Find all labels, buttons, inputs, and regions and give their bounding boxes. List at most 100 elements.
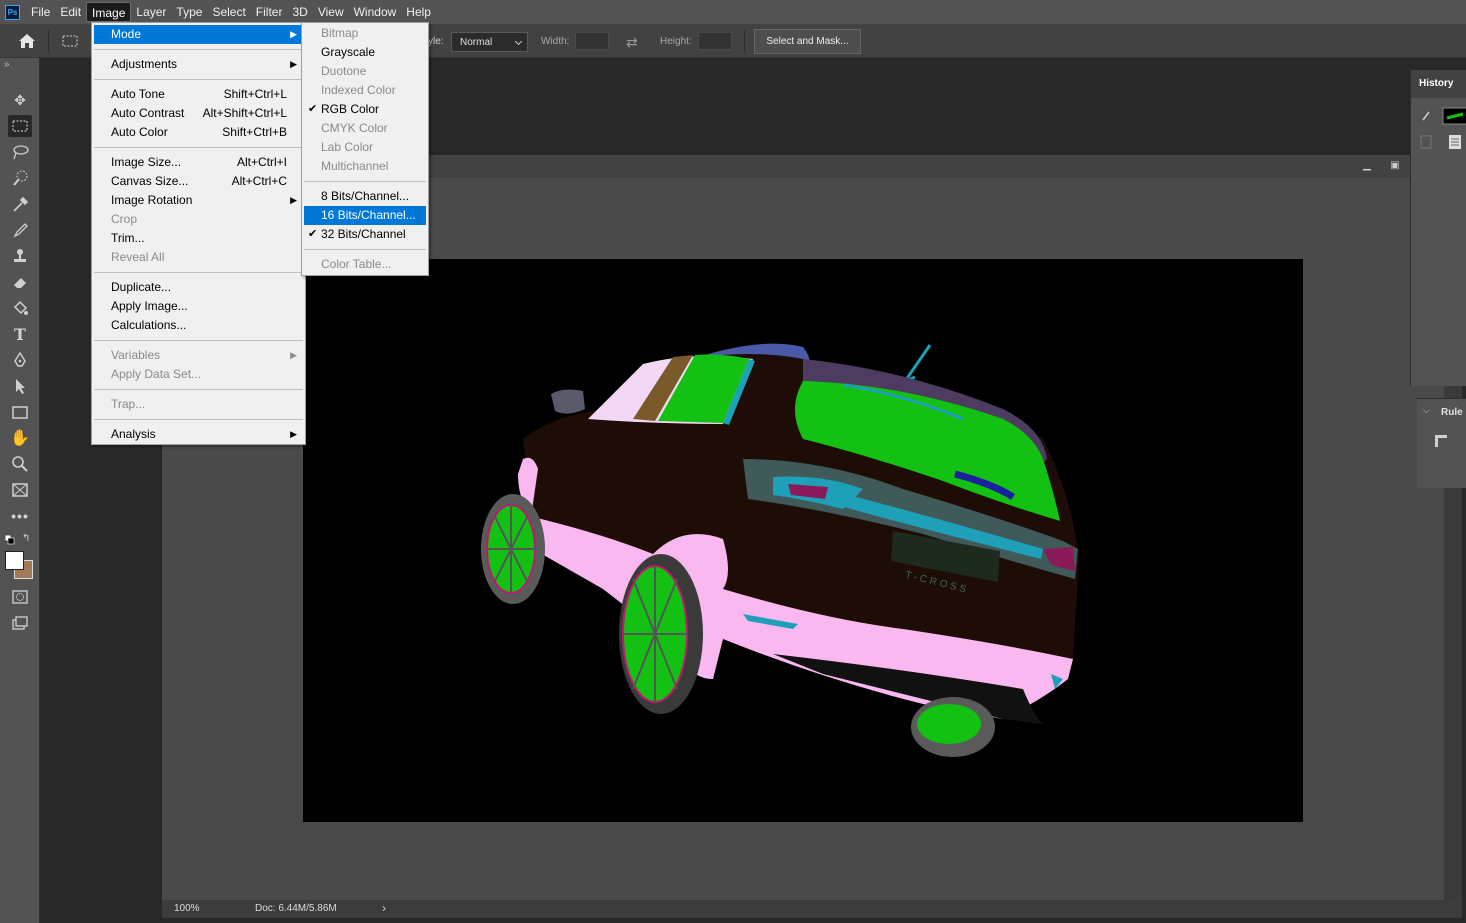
pen-tool-icon[interactable]: [8, 349, 32, 371]
frame-tool-icon[interactable]: [8, 479, 32, 501]
menu-item-label: Duplicate...: [111, 280, 172, 294]
menu-item-label: Crop: [111, 212, 138, 226]
menu-item-label: Reveal All: [111, 250, 165, 264]
menu-item-trap: Trap...: [94, 395, 303, 414]
menu-item-apply-image[interactable]: Apply Image...: [94, 297, 303, 316]
ruler-icon[interactable]: [1433, 433, 1449, 449]
paint-bucket-tool-icon[interactable]: [8, 297, 32, 319]
zoom-level[interactable]: 100%: [174, 903, 200, 914]
menu-item-grayscale[interactable]: Grayscale: [304, 43, 426, 62]
history-state-row[interactable]: [1417, 132, 1466, 154]
style-select[interactable]: Normal: [451, 32, 528, 52]
menu-separator: [94, 340, 303, 341]
screen-mode-icon[interactable]: [8, 612, 32, 634]
path-selection-tool-icon[interactable]: [8, 375, 32, 397]
menu-item-label: 32 Bits/Channel: [321, 227, 406, 241]
swap-icon[interactable]: ⇄: [626, 34, 638, 51]
menu-layer[interactable]: Layer: [131, 2, 171, 22]
menu-item-label: Analysis: [111, 427, 156, 441]
menu-item-label: Image Size...: [111, 155, 182, 169]
menu-item-rgb-color[interactable]: ✔ RGB Color: [304, 100, 426, 119]
menu-item-16-bits-channel[interactable]: 16 Bits/Channel...: [304, 206, 426, 225]
menu-filter[interactable]: Filter: [251, 2, 288, 22]
move-tool-icon[interactable]: ✥: [8, 89, 32, 111]
more-tools-icon[interactable]: •••: [8, 505, 32, 527]
type-tool-icon[interactable]: T: [8, 323, 32, 345]
menu-item-apply-data-set: Apply Data Set...: [94, 365, 303, 384]
eyedropper-tool-icon[interactable]: [8, 193, 32, 215]
rectangular-marquee-tool-icon[interactable]: [8, 115, 32, 137]
checkmark-icon: ✔: [308, 103, 318, 115]
submenu-arrow-icon: ▶: [290, 59, 297, 69]
clone-stamp-tool-icon[interactable]: [8, 245, 32, 267]
menu-item-mode[interactable]: Mode ▶: [94, 25, 303, 44]
ruler-panel-title[interactable]: Rule: [1441, 407, 1463, 418]
menu-item-label: RGB Color: [321, 102, 380, 116]
select-and-mask-button[interactable]: Select and Mask...: [754, 29, 861, 54]
menu-separator: [94, 147, 303, 148]
menu-item-label: Trim...: [111, 231, 145, 245]
eraser-tool-icon[interactable]: [8, 271, 32, 293]
default-colors-icon[interactable]: [4, 534, 15, 545]
menu-item-label: Indexed Color: [321, 83, 396, 97]
menu-item-trim[interactable]: Trim...: [94, 229, 303, 248]
menu-type[interactable]: Type: [171, 2, 207, 22]
home-icon[interactable]: [18, 33, 36, 49]
menu-window[interactable]: Window: [349, 2, 402, 22]
collapse-panel-icon[interactable]: »: [4, 59, 10, 70]
quick-selection-tool-icon[interactable]: [8, 167, 32, 189]
minimize-icon[interactable]: ▁: [1360, 159, 1374, 173]
history-tab[interactable]: History: [1411, 70, 1466, 98]
height-field[interactable]: [698, 32, 732, 50]
chevron-right-icon[interactable]: ›: [382, 901, 386, 915]
chevron-down-icon[interactable]: ⌵: [1423, 405, 1430, 416]
marquee-options-icon[interactable]: [61, 33, 79, 49]
history-snapshot-row[interactable]: [1417, 106, 1466, 128]
menu-item-label: Auto Contrast: [111, 106, 185, 120]
canvas-image[interactable]: T-CROSS: [303, 259, 1303, 822]
menu-edit[interactable]: Edit: [55, 2, 86, 22]
history-panel: History: [1410, 70, 1466, 386]
menu-item-duotone: Duotone: [304, 62, 426, 81]
menu-select[interactable]: Select: [207, 2, 250, 22]
menu-item-crop: Crop: [94, 210, 303, 229]
menu-item-calculations[interactable]: Calculations...: [94, 316, 303, 335]
brush-tool-icon[interactable]: [8, 219, 32, 241]
menu-item-canvas-size[interactable]: Canvas Size... Alt+Ctrl+C: [94, 172, 303, 191]
width-field[interactable]: [575, 32, 609, 50]
menu-item-8-bits-channel[interactable]: 8 Bits/Channel...: [304, 187, 426, 206]
menu-item-analysis[interactable]: Analysis ▶: [94, 425, 303, 444]
menu-image[interactable]: Image: [86, 2, 132, 22]
menu-item-image-rotation[interactable]: Image Rotation ▶: [94, 191, 303, 210]
menu-item-auto-tone[interactable]: Auto Tone Shift+Ctrl+L: [94, 85, 303, 104]
lasso-tool-icon[interactable]: [8, 141, 32, 163]
foreground-color-swatch[interactable]: [5, 551, 24, 570]
menu-item-auto-color[interactable]: Auto Color Shift+Ctrl+B: [94, 123, 303, 142]
menu-item-indexed-color: Indexed Color: [304, 81, 426, 100]
photoshop-logo-icon[interactable]: Ps: [5, 4, 20, 20]
menu-item-adjustments[interactable]: Adjustments ▶: [94, 55, 303, 74]
submenu-arrow-icon: ▶: [290, 29, 297, 39]
menu-item-auto-contrast[interactable]: Auto Contrast Alt+Shift+Ctrl+L: [94, 104, 303, 123]
swap-colors-icon[interactable]: ↰: [22, 533, 30, 544]
menu-item-duplicate[interactable]: Duplicate...: [94, 278, 303, 297]
menu-separator: [94, 49, 303, 50]
maximize-icon[interactable]: ▣: [1388, 159, 1402, 173]
menu-file[interactable]: File: [26, 2, 55, 22]
menu-item-32-bits-channel[interactable]: ✔ 32 Bits/Channel: [304, 225, 426, 244]
menu-separator: [94, 419, 303, 420]
menu-item-label: Adjustments: [111, 57, 178, 71]
menu-item-label: Calculations...: [111, 318, 187, 332]
shortcut-label: Alt+Shift+Ctrl+L: [202, 106, 287, 120]
menu-bar: Ps File Edit Image Layer Type Select Filter 3D V…: [0, 0, 1466, 24]
menu-view[interactable]: View: [313, 2, 349, 22]
menu-item-label: Variables: [111, 348, 161, 362]
menu-item-cmyk-color: CMYK Color: [304, 119, 426, 138]
quick-mask-icon[interactable]: [8, 586, 32, 608]
zoom-tool-icon[interactable]: [8, 453, 32, 475]
menu-item-image-size[interactable]: Image Size... Alt+Ctrl+I: [94, 153, 303, 172]
menu-help[interactable]: Help: [401, 2, 436, 22]
hand-tool-icon[interactable]: ✋: [8, 427, 32, 449]
menu-3d[interactable]: 3D: [287, 2, 312, 22]
rectangle-tool-icon[interactable]: [8, 401, 32, 423]
